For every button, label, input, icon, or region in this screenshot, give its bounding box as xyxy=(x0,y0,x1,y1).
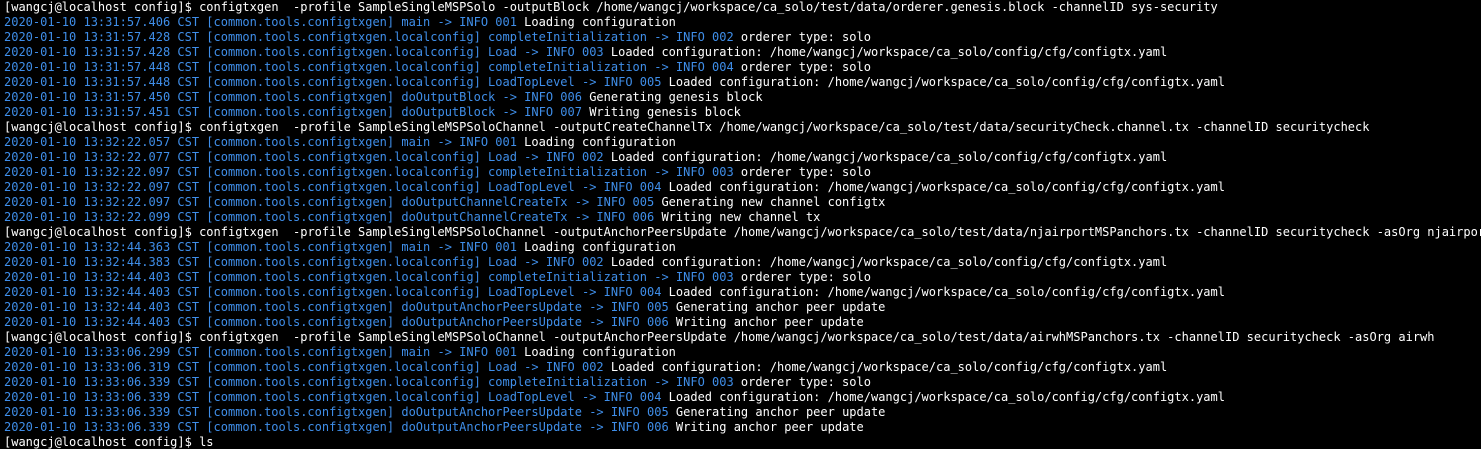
command-text: configtxgen -profile SampleSingleMSPSolo… xyxy=(199,120,1370,134)
log-prefix: 2020-01-10 13:32:44.403 CST [common.tool… xyxy=(4,300,669,314)
command-text: configtxgen -profile SampleSingleMSPSolo… xyxy=(199,225,1481,239)
command-line: [wangcj@localhost config]$ configtxgen -… xyxy=(4,120,1481,135)
log-prefix: 2020-01-10 13:32:22.097 CST [common.tool… xyxy=(4,180,662,194)
log-line: 2020-01-10 13:32:44.403 CST [common.tool… xyxy=(4,300,1481,315)
log-prefix: 2020-01-10 13:31:57.448 CST [common.tool… xyxy=(4,60,734,74)
log-message: Loaded configuration: /home/wangcj/works… xyxy=(661,75,1225,89)
log-prefix: 2020-01-10 13:31:57.428 CST [common.tool… xyxy=(4,45,604,59)
log-prefix: 2020-01-10 13:31:57.406 CST [common.tool… xyxy=(4,15,517,29)
log-message: Generating new channel configtx xyxy=(654,195,886,209)
log-prefix: 2020-01-10 13:32:22.057 CST [common.tool… xyxy=(4,135,517,149)
command-line: [wangcj@localhost config]$ configtxgen -… xyxy=(4,225,1481,240)
log-line: 2020-01-10 13:32:44.403 CST [common.tool… xyxy=(4,315,1481,330)
log-prefix: 2020-01-10 13:33:06.319 CST [common.tool… xyxy=(4,360,604,374)
shell-prompt: [wangcj@localhost config]$ xyxy=(4,225,200,239)
log-line: 2020-01-10 13:32:44.403 CST [common.tool… xyxy=(4,270,1481,285)
log-line: 2020-01-10 13:31:57.428 CST [common.tool… xyxy=(4,45,1481,60)
log-prefix: 2020-01-10 13:32:44.363 CST [common.tool… xyxy=(4,240,517,254)
log-message: Loading configuration xyxy=(516,240,676,254)
command-text: configtxgen -profile SampleSingleMSPSolo… xyxy=(199,0,1218,14)
log-prefix: 2020-01-10 13:33:06.299 CST [common.tool… xyxy=(4,345,517,359)
log-prefix: 2020-01-10 13:33:06.339 CST [common.tool… xyxy=(4,390,662,404)
shell-prompt: [wangcj@localhost config]$ xyxy=(4,0,200,14)
log-prefix: 2020-01-10 13:33:06.339 CST [common.tool… xyxy=(4,405,669,419)
log-line: 2020-01-10 13:32:22.097 CST [common.tool… xyxy=(4,165,1481,180)
log-prefix: 2020-01-10 13:31:57.428 CST [common.tool… xyxy=(4,30,734,44)
log-prefix: 2020-01-10 13:31:57.450 CST [common.tool… xyxy=(4,90,582,104)
log-message: Writing anchor peer update xyxy=(668,315,864,329)
log-message: orderer type: solo xyxy=(733,60,871,74)
log-message: Writing genesis block xyxy=(581,105,741,119)
log-line: 2020-01-10 13:31:57.406 CST [common.tool… xyxy=(4,15,1481,30)
command-line: [wangcj@localhost config]$ configtxgen -… xyxy=(4,0,1481,15)
log-message: Generating anchor peer update xyxy=(668,300,886,314)
log-prefix: 2020-01-10 13:33:06.339 CST [common.tool… xyxy=(4,420,669,434)
log-line: 2020-01-10 13:33:06.339 CST [common.tool… xyxy=(4,405,1481,420)
log-line: 2020-01-10 13:32:22.077 CST [common.tool… xyxy=(4,150,1481,165)
log-line: 2020-01-10 13:33:06.339 CST [common.tool… xyxy=(4,390,1481,405)
log-message: Loaded configuration: /home/wangcj/works… xyxy=(603,45,1168,59)
log-line: 2020-01-10 13:32:44.383 CST [common.tool… xyxy=(4,255,1481,270)
log-line: 2020-01-10 13:31:57.428 CST [common.tool… xyxy=(4,30,1481,45)
log-line: 2020-01-10 13:31:57.451 CST [common.tool… xyxy=(4,105,1481,120)
log-prefix: 2020-01-10 13:32:44.403 CST [common.tool… xyxy=(4,315,669,329)
command-line: [wangcj@localhost config]$ ls xyxy=(4,435,1481,449)
log-prefix: 2020-01-10 13:32:44.383 CST [common.tool… xyxy=(4,255,604,269)
log-prefix: 2020-01-10 13:31:57.451 CST [common.tool… xyxy=(4,105,582,119)
log-prefix: 2020-01-10 13:32:22.097 CST [common.tool… xyxy=(4,165,734,179)
log-message: orderer type: solo xyxy=(733,165,871,179)
command-text: ls xyxy=(199,435,214,449)
log-message: Writing anchor peer update xyxy=(668,420,864,434)
log-line: 2020-01-10 13:32:22.097 CST [common.tool… xyxy=(4,180,1481,195)
log-prefix: 2020-01-10 13:32:22.097 CST [common.tool… xyxy=(4,195,655,209)
log-message: Loading configuration xyxy=(516,15,676,29)
log-prefix: 2020-01-10 13:31:57.448 CST [common.tool… xyxy=(4,75,662,89)
log-message: orderer type: solo xyxy=(733,270,871,284)
log-line: 2020-01-10 13:32:44.403 CST [common.tool… xyxy=(4,285,1481,300)
log-line: 2020-01-10 13:32:22.097 CST [common.tool… xyxy=(4,195,1481,210)
command-line: [wangcj@localhost config]$ configtxgen -… xyxy=(4,330,1481,345)
shell-prompt: [wangcj@localhost config]$ xyxy=(4,330,200,344)
log-message: Generating anchor peer update xyxy=(668,405,886,419)
log-line: 2020-01-10 13:33:06.299 CST [common.tool… xyxy=(4,345,1481,360)
log-line: 2020-01-10 13:31:57.450 CST [common.tool… xyxy=(4,90,1481,105)
log-message: orderer type: solo xyxy=(733,30,871,44)
terminal-window[interactable]: [wangcj@localhost config]$ configtxgen -… xyxy=(0,0,1481,449)
log-prefix: 2020-01-10 13:32:22.077 CST [common.tool… xyxy=(4,150,604,164)
command-text: configtxgen -profile SampleSingleMSPSolo… xyxy=(199,330,1435,344)
log-prefix: 2020-01-10 13:32:44.403 CST [common.tool… xyxy=(4,285,662,299)
log-message: Generating genesis block xyxy=(581,90,763,104)
log-message: Loaded configuration: /home/wangcj/works… xyxy=(661,285,1225,299)
log-message: Writing new channel tx xyxy=(654,210,821,224)
log-line: 2020-01-10 13:32:44.363 CST [common.tool… xyxy=(4,240,1481,255)
log-message: Loaded configuration: /home/wangcj/works… xyxy=(661,390,1225,404)
log-message: Loaded configuration: /home/wangcj/works… xyxy=(661,180,1225,194)
shell-prompt: [wangcj@localhost config]$ xyxy=(4,120,200,134)
log-message: Loaded configuration: /home/wangcj/works… xyxy=(603,360,1168,374)
log-line: 2020-01-10 13:33:06.339 CST [common.tool… xyxy=(4,420,1481,435)
log-message: orderer type: solo xyxy=(733,375,871,389)
log-prefix: 2020-01-10 13:33:06.339 CST [common.tool… xyxy=(4,375,734,389)
log-prefix: 2020-01-10 13:32:44.403 CST [common.tool… xyxy=(4,270,734,284)
log-line: 2020-01-10 13:33:06.339 CST [common.tool… xyxy=(4,375,1481,390)
log-prefix: 2020-01-10 13:32:22.099 CST [common.tool… xyxy=(4,210,655,224)
log-message: Loaded configuration: /home/wangcj/works… xyxy=(603,255,1168,269)
log-line: 2020-01-10 13:31:57.448 CST [common.tool… xyxy=(4,75,1481,90)
log-line: 2020-01-10 13:32:22.099 CST [common.tool… xyxy=(4,210,1481,225)
log-message: Loaded configuration: /home/wangcj/works… xyxy=(603,150,1168,164)
log-message: Loading configuration xyxy=(516,345,676,359)
log-message: Loading configuration xyxy=(516,135,676,149)
log-line: 2020-01-10 13:31:57.448 CST [common.tool… xyxy=(4,60,1481,75)
shell-prompt: [wangcj@localhost config]$ xyxy=(4,435,200,449)
log-line: 2020-01-10 13:33:06.319 CST [common.tool… xyxy=(4,360,1481,375)
log-line: 2020-01-10 13:32:22.057 CST [common.tool… xyxy=(4,135,1481,150)
